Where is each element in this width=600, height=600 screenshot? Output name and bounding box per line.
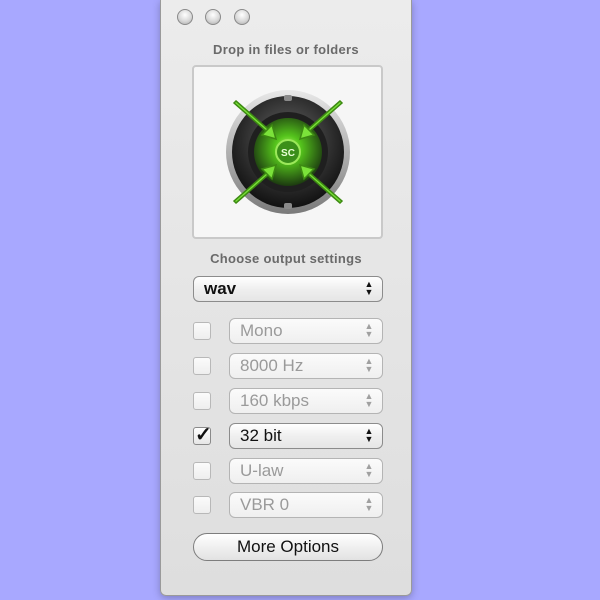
format-select[interactable]: wav ▲ ▼ bbox=[193, 276, 383, 302]
encoding-select[interactable]: U-law ▲ ▼ bbox=[229, 458, 383, 484]
bitrate-value: 160 kbps bbox=[240, 391, 309, 410]
updown-arrows-icon: ▲ ▼ bbox=[364, 391, 374, 409]
minimize-window-icon[interactable] bbox=[205, 9, 221, 25]
updown-arrows-icon: ▲ ▼ bbox=[364, 426, 374, 444]
more-options-button[interactable]: More Options bbox=[193, 533, 383, 561]
updown-arrows-icon: ▲ ▼ bbox=[364, 356, 374, 374]
speaker-logo: SC bbox=[281, 148, 295, 159]
updown-arrows-icon: ▲ ▼ bbox=[364, 461, 374, 479]
checkmark-icon: ✓ bbox=[195, 424, 212, 446]
close-window-icon[interactable] bbox=[177, 9, 193, 25]
encoding-value: U-law bbox=[240, 461, 284, 480]
zoom-window-icon[interactable] bbox=[234, 9, 250, 25]
drop-label: Drop in files or folders bbox=[213, 42, 359, 57]
title-bar bbox=[161, 0, 411, 32]
channels-select[interactable]: Mono ▲ ▼ bbox=[229, 318, 383, 344]
updown-arrows-icon: ▲ ▼ bbox=[364, 495, 374, 513]
updown-arrows-icon: ▲ ▼ bbox=[364, 279, 374, 297]
channels-value: Mono bbox=[240, 321, 283, 340]
format-value: wav bbox=[204, 279, 237, 298]
settings-label: Choose output settings bbox=[210, 251, 362, 266]
encoding-checkbox[interactable] bbox=[193, 462, 211, 480]
bit-depth-select[interactable]: 32 bit ▲ ▼ bbox=[229, 423, 383, 449]
vbr-value: VBR 0 bbox=[240, 495, 290, 514]
speaker-drop-icon: SC bbox=[226, 90, 350, 214]
sample-rate-value: 8000 Hz bbox=[240, 356, 304, 375]
vbr-checkbox[interactable] bbox=[193, 496, 211, 514]
bitrate-select[interactable]: 160 kbps ▲ ▼ bbox=[229, 388, 383, 414]
file-drop-zone[interactable]: SC bbox=[192, 65, 383, 239]
bitrate-checkbox[interactable] bbox=[193, 392, 211, 410]
vbr-select[interactable]: VBR 0 ▲ ▼ bbox=[229, 492, 383, 518]
sample-rate-checkbox[interactable] bbox=[193, 357, 211, 375]
bit-depth-checkbox[interactable]: ✓ bbox=[193, 424, 212, 446]
mono-checkbox[interactable] bbox=[193, 322, 211, 340]
converter-window: Drop in files or folders SC Choose outpu… bbox=[160, 0, 412, 596]
sample-rate-select[interactable]: 8000 Hz ▲ ▼ bbox=[229, 353, 383, 379]
bit-depth-value: 32 bit bbox=[240, 426, 282, 445]
updown-arrows-icon: ▲ ▼ bbox=[364, 321, 374, 339]
